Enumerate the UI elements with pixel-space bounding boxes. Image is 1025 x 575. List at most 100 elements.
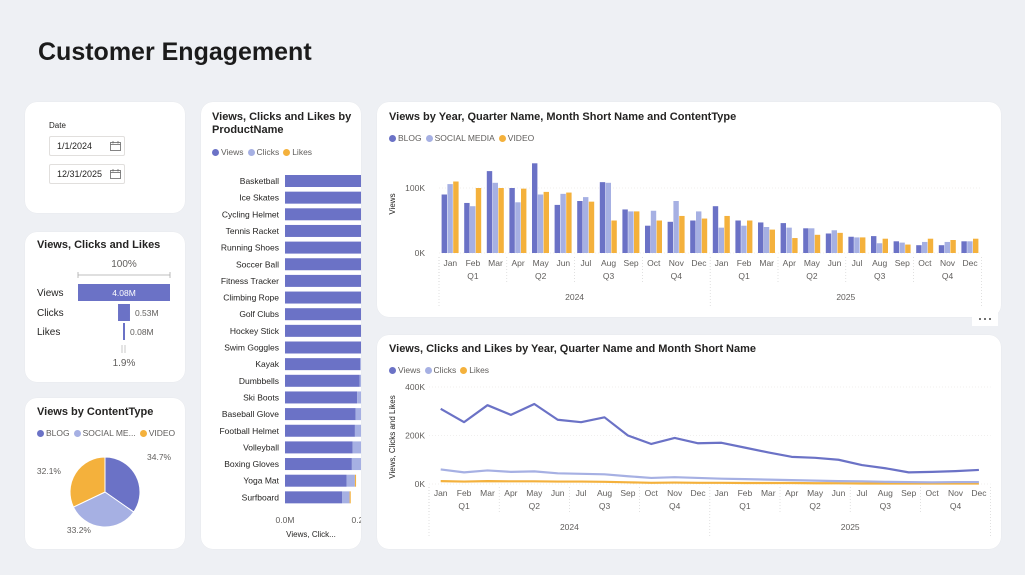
line-chart: Views, Clicks and Likes 0K 200K 400K Jan Feb M… (388, 382, 991, 536)
line-y-tick: 0K (415, 479, 426, 489)
product-bar-views (285, 258, 361, 271)
line-month-label: May (807, 488, 824, 498)
content-month-label: Sep (624, 258, 639, 268)
product-bar-views (285, 274, 361, 287)
date-slicer-card: Date 1/1/2024 12/31/2025 (25, 102, 185, 213)
line-quarter-label: Q4 (950, 501, 962, 511)
line-month-label: Mar (761, 488, 776, 498)
content-bar-social (560, 193, 566, 253)
content-bar-blog (712, 206, 719, 253)
product-bar-likes (349, 491, 351, 504)
product-label: Dumbbells (239, 376, 279, 386)
product-label: Ice Skates (239, 193, 279, 203)
line-y-tick: 200K (405, 431, 425, 441)
line-chart-card: Views, Clicks and Likes by Year, Quarter… (377, 335, 1001, 549)
content-month-label: May (533, 258, 550, 268)
funnel-value-label: 0.53M (135, 308, 159, 318)
content-bar-video (588, 201, 595, 253)
content-column-chart: Views 0K 100K Jan Feb Mar Apr May Jun Jul Aug Sep Oc… (388, 163, 982, 306)
content-bar-video (905, 244, 911, 253)
content-bar-video (611, 220, 617, 253)
content-bar-video (498, 188, 504, 253)
content-month-label: Jul (580, 258, 591, 268)
content-bar-social (718, 227, 724, 253)
start-date-value: 1/1/2024 (57, 141, 93, 151)
content-year-label: 2025 (836, 292, 855, 302)
line-month-label: Dec (971, 488, 987, 498)
content-bar-blog (961, 241, 967, 253)
product-bar-views (285, 208, 361, 221)
content-bar-video (453, 181, 459, 253)
line-year-label: 2025 (841, 522, 860, 532)
content-bar-video (769, 229, 775, 253)
content-bar-social (673, 201, 679, 253)
content-bar-blog (599, 182, 606, 253)
funnel-stage-label: Clicks (37, 308, 64, 319)
content-month-label: Jul (852, 258, 863, 268)
content-bar-social (628, 211, 634, 253)
product-bar-views (285, 474, 347, 487)
content-bar-blog (667, 221, 673, 253)
content-month-label: Apr (783, 258, 796, 268)
line-month-label: Feb (457, 488, 472, 498)
product-bar-clicks (359, 374, 361, 387)
calendar-icon[interactable] (110, 141, 121, 151)
product-bar-views (285, 441, 353, 454)
content-y-tick: 0K (415, 248, 426, 258)
content-bar-video (521, 188, 527, 253)
pie-slice-label: 32.1% (37, 466, 62, 476)
content-month-label: Aug (872, 258, 887, 268)
line-month-label: Aug (597, 488, 612, 498)
content-quarter-label: Q1 (467, 271, 479, 281)
content-bar-social (741, 225, 747, 253)
product-bar-clicks (355, 408, 361, 421)
content-bar-social (537, 194, 544, 253)
funnel-value-label: 4.08M (112, 288, 136, 298)
content-bar-social (854, 237, 860, 253)
product-bar-chart: Basketball Ice Skates Cycling Helmet Tennis… (219, 175, 361, 539)
content-y-title: Views (388, 193, 397, 214)
pie-card: Views by ContentType BLOG SOCIAL ME... VID… (25, 398, 185, 549)
funnel-card: Views, Clicks and Likes 100% Views 4.08M Cl… (25, 232, 185, 382)
content-bar-video (837, 232, 843, 253)
content-bar-blog (938, 245, 945, 253)
product-x-tick: 0.0M (276, 515, 295, 525)
end-date-input[interactable]: 12/31/2025 (49, 164, 125, 184)
more-options-icon[interactable] (972, 312, 998, 326)
line-quarter-label: Q3 (880, 501, 892, 511)
content-bar-blog (441, 194, 447, 253)
content-bar-blog (825, 233, 832, 253)
line-month-label: Aug (878, 488, 893, 498)
content-quarter-label: Q4 (942, 271, 954, 281)
product-bar-clicks (357, 391, 361, 404)
content-year-label: 2024 (565, 292, 584, 302)
content-bar-video (860, 237, 866, 253)
content-month-label: Mar (759, 258, 774, 268)
line-month-label: Jan (715, 488, 729, 498)
line-month-label: Apr (504, 488, 517, 498)
product-bar-clicks (342, 491, 350, 504)
content-month-label: Aug (601, 258, 616, 268)
line-month-label: Nov (667, 488, 683, 498)
product-label: Surfboard (242, 492, 280, 502)
line-month-label: Mar (480, 488, 495, 498)
content-month-label: Feb (466, 258, 481, 268)
calendar-icon[interactable] (110, 169, 121, 179)
product-bar-clicks (351, 458, 361, 471)
product-bar-likes (354, 474, 357, 487)
start-date-input[interactable]: 1/1/2024 (49, 136, 125, 156)
line-quarter-label: Q2 (529, 501, 541, 511)
content-bar-video (792, 238, 798, 253)
product-bar-views (285, 341, 361, 354)
content-bar-blog (486, 171, 493, 253)
line-month-label: Feb (738, 488, 753, 498)
product-label: Ski Boots (243, 392, 279, 402)
line-quarter-label: Q3 (599, 501, 611, 511)
product-bar-views (285, 291, 361, 304)
product-bar-clicks (360, 358, 361, 371)
content-month-label: May (804, 258, 821, 268)
content-bar-social (650, 210, 657, 253)
product-bar-clicks (354, 424, 361, 437)
line-y-title: Views, Clicks and Likes (388, 395, 397, 478)
content-month-label: Nov (669, 258, 685, 268)
